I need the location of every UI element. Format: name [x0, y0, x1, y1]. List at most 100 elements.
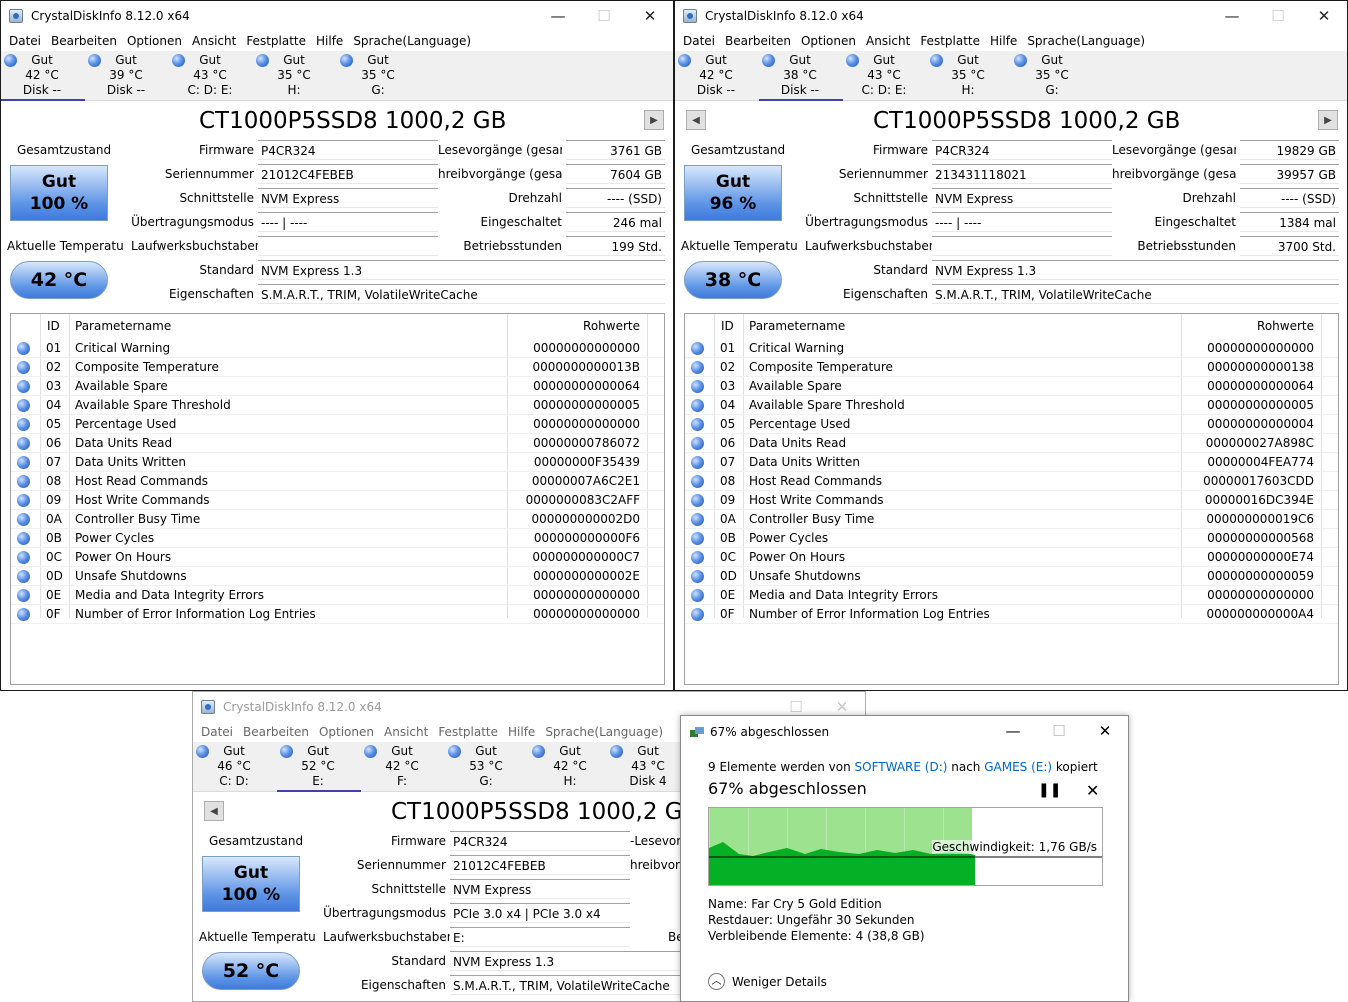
- smart-row[interactable]: 0D Unsafe Shutdowns 00000000000059: [685, 567, 1338, 586]
- prev-disk-button[interactable]: ◀: [686, 110, 706, 130]
- minimize-button[interactable]: —: [1209, 1, 1255, 31]
- smart-row[interactable]: 0B Power Cycles 00000000000568: [685, 529, 1338, 548]
- disk-tab[interactable]: Gut 43 °C C: D: E:: [169, 51, 253, 101]
- smart-row[interactable]: 0A Controller Busy Time 000000000019C6: [685, 510, 1338, 529]
- temperature-button[interactable]: 38 °C: [684, 261, 782, 299]
- menu-datei[interactable]: Datei: [678, 31, 720, 51]
- smart-row[interactable]: 0F Number of Error Information Log Entrie…: [11, 605, 664, 624]
- disk-tab[interactable]: Gut 35 °C H:: [927, 51, 1011, 101]
- menu-festplatte[interactable]: Festplatte: [241, 31, 311, 51]
- smart-row[interactable]: 0E Media and Data Integrity Errors 0000000…: [11, 586, 664, 605]
- smart-row[interactable]: 08 Host Read Commands 00000007A6C2E1: [11, 472, 664, 491]
- menu-optionen[interactable]: Optionen: [314, 722, 379, 742]
- less-details-button[interactable]: ︿ Weniger Details: [708, 973, 827, 990]
- disk-tab[interactable]: Gut 38 °C Disk --: [759, 51, 843, 101]
- smart-row[interactable]: 05 Percentage Used 00000000000000: [11, 415, 664, 434]
- smart-row[interactable]: 04 Available Spare Threshold 0000000000000…: [11, 396, 664, 415]
- pause-button[interactable]: ❚❚: [1038, 782, 1061, 798]
- smart-row[interactable]: 09 Host Write Commands 0000000083C2AFF: [11, 491, 664, 510]
- menu-optionen[interactable]: Optionen: [796, 31, 861, 51]
- disk-tab[interactable]: Gut 42 °C H:: [529, 742, 613, 792]
- smart-row[interactable]: 03 Available Spare 00000000000064: [11, 377, 664, 396]
- close-button[interactable]: ✕: [1301, 1, 1347, 31]
- smart-row[interactable]: 01 Critical Warning 00000000000000: [11, 339, 664, 358]
- smart-row[interactable]: 02 Composite Temperature 0000000000013B: [11, 358, 664, 377]
- col-name-header[interactable]: Parametername: [749, 319, 845, 333]
- menu-sprache[interactable]: Sprache(Language): [348, 31, 476, 51]
- disk-tab[interactable]: Gut 43 °C C: D: E:: [843, 51, 927, 101]
- disk-tab[interactable]: Gut 42 °C F:: [361, 742, 445, 792]
- disk-tab[interactable]: Gut 35 °C G:: [337, 51, 421, 101]
- menu-datei[interactable]: Datei: [4, 31, 46, 51]
- menu-hilfe[interactable]: Hilfe: [985, 31, 1022, 51]
- title-bar[interactable]: CrystalDiskInfo 8.12.0 x64 — ☐ ✕: [1, 1, 673, 31]
- col-name-header[interactable]: Parametername: [75, 319, 171, 333]
- smart-row[interactable]: 01 Critical Warning 00000000000000: [685, 339, 1338, 358]
- smart-row[interactable]: 0F Number of Error Information Log Entrie…: [685, 605, 1338, 624]
- menu-datei[interactable]: Datei: [196, 722, 238, 742]
- cancel-button[interactable]: ✕: [1086, 781, 1099, 800]
- col-raw-header[interactable]: Rohwerte: [1257, 319, 1314, 333]
- smart-row[interactable]: 03 Available Spare 00000000000064: [685, 377, 1338, 396]
- col-id-header[interactable]: ID: [721, 319, 734, 333]
- menu-festplatte[interactable]: Festplatte: [915, 31, 985, 51]
- health-status-button[interactable]: Gut 100 %: [10, 165, 108, 221]
- minimize-button[interactable]: —: [990, 716, 1036, 746]
- temperature-button[interactable]: 52 °C: [202, 952, 300, 990]
- close-button[interactable]: ✕: [627, 1, 673, 31]
- smart-row[interactable]: 06 Data Units Read 00000000786072: [11, 434, 664, 453]
- smart-row[interactable]: 09 Host Write Commands 00000016DC394E: [685, 491, 1338, 510]
- smart-row[interactable]: 07 Data Units Written 00000004FEA774: [685, 453, 1338, 472]
- smart-row[interactable]: 0B Power Cycles 000000000000F6: [11, 529, 664, 548]
- menu-ansicht[interactable]: Ansicht: [379, 722, 433, 742]
- disk-tab[interactable]: Gut 46 °C C: D:: [193, 742, 277, 792]
- smart-row[interactable]: 02 Composite Temperature 00000000000138: [685, 358, 1338, 377]
- maximize-button[interactable]: ☐: [581, 1, 627, 31]
- menu-bearbeiten[interactable]: Bearbeiten: [238, 722, 314, 742]
- disk-tab[interactable]: Gut 42 °C Disk --: [675, 51, 759, 101]
- disk-tab[interactable]: Gut 52 °C E:: [277, 742, 361, 792]
- smart-row[interactable]: 05 Percentage Used 00000000000004: [685, 415, 1338, 434]
- close-button[interactable]: ✕: [1082, 716, 1128, 746]
- health-status-button[interactable]: Gut 96 %: [684, 165, 782, 221]
- source-link[interactable]: SOFTWARE (D:): [855, 760, 948, 774]
- smart-row[interactable]: 07 Data Units Written 00000000F35439: [11, 453, 664, 472]
- maximize-button[interactable]: ☐: [1255, 1, 1301, 31]
- menu-optionen[interactable]: Optionen: [122, 31, 187, 51]
- smart-row[interactable]: 0A Controller Busy Time 000000000002D0: [11, 510, 664, 529]
- smart-row[interactable]: 0C Power On Hours 00000000000E74: [685, 548, 1338, 567]
- col-id-header[interactable]: ID: [47, 319, 60, 333]
- prev-disk-button[interactable]: ◀: [204, 801, 224, 821]
- menu-bearbeiten[interactable]: Bearbeiten: [46, 31, 122, 51]
- disk-tab[interactable]: Gut 43 °C Disk 4: [607, 742, 691, 792]
- health-status-button[interactable]: Gut 100 %: [202, 856, 300, 912]
- menu-ansicht[interactable]: Ansicht: [187, 31, 241, 51]
- smart-row[interactable]: 08 Host Read Commands 00000017603CDD: [685, 472, 1338, 491]
- menu-festplatte[interactable]: Festplatte: [433, 722, 503, 742]
- next-disk-button[interactable]: ▶: [644, 110, 664, 130]
- menu-hilfe[interactable]: Hilfe: [311, 31, 348, 51]
- smart-row[interactable]: 06 Data Units Read 000000027A898C: [685, 434, 1338, 453]
- smart-row[interactable]: 0E Media and Data Integrity Errors 0000000…: [685, 586, 1338, 605]
- menu-bearbeiten[interactable]: Bearbeiten: [720, 31, 796, 51]
- col-raw-header[interactable]: Rohwerte: [583, 319, 640, 333]
- disk-tab[interactable]: Gut 42 °C Disk --: [1, 51, 85, 101]
- smart-row[interactable]: 0D Unsafe Shutdowns 0000000000002E: [11, 567, 664, 586]
- disk-tab[interactable]: Gut 39 °C Disk --: [85, 51, 169, 101]
- smart-table[interactable]: ID Parametername Rohwerte 01 Critical War…: [10, 313, 665, 685]
- next-disk-button[interactable]: ▶: [1318, 110, 1338, 130]
- menu-ansicht[interactable]: Ansicht: [861, 31, 915, 51]
- minimize-button[interactable]: —: [535, 1, 581, 31]
- smart-row[interactable]: 0C Power On Hours 000000000000C7: [11, 548, 664, 567]
- maximize-button[interactable]: ☐: [1036, 716, 1082, 746]
- smart-table[interactable]: ID Parametername Rohwerte 01 Critical War…: [684, 313, 1339, 685]
- target-link[interactable]: GAMES (E:): [984, 760, 1052, 774]
- disk-tab[interactable]: Gut 53 °C G:: [445, 742, 529, 792]
- smart-row[interactable]: 04 Available Spare Threshold 0000000000000…: [685, 396, 1338, 415]
- disk-tab[interactable]: Gut 35 °C H:: [253, 51, 337, 101]
- temperature-button[interactable]: 42 °C: [10, 261, 108, 299]
- menu-hilfe[interactable]: Hilfe: [503, 722, 540, 742]
- menu-sprache[interactable]: Sprache(Language): [1022, 31, 1150, 51]
- disk-tab[interactable]: Gut 35 °C G:: [1011, 51, 1095, 101]
- title-bar[interactable]: CrystalDiskInfo 8.12.0 x64 — ☐ ✕: [675, 1, 1347, 31]
